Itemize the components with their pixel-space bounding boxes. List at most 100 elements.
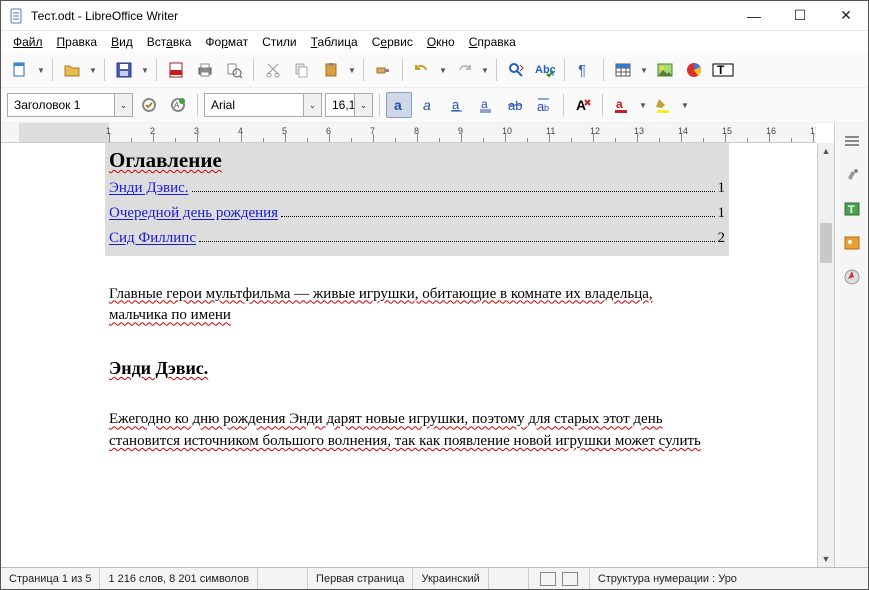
highlight-dropdown[interactable]: ▼ [680, 101, 690, 110]
horizontal-ruler[interactable]: 1234567891011121314151617 [1, 123, 816, 143]
clone-formatting-button[interactable] [370, 57, 396, 83]
italic-button[interactable]: a [415, 92, 441, 118]
table-dropdown[interactable]: ▼ [639, 66, 649, 75]
svg-text:Abç: Abç [535, 64, 555, 76]
properties-icon[interactable] [840, 163, 864, 187]
chevron-down-icon[interactable]: ⌄ [303, 94, 321, 116]
gallery-icon[interactable] [840, 231, 864, 255]
formatting-toolbar: Заголовок 1 ⌄ A Arial ⌄ 16,1 ⌄ a a a a a… [1, 88, 868, 123]
save-dropdown[interactable]: ▼ [140, 66, 150, 75]
find-replace-button[interactable] [503, 57, 529, 83]
status-language[interactable]: Украинский [413, 568, 488, 589]
toc-title: Оглавление [109, 143, 725, 175]
insert-chart-button[interactable] [681, 57, 707, 83]
cut-button[interactable] [260, 57, 286, 83]
toc-link[interactable]: Энди Дэвис. [109, 178, 189, 200]
insert-textbox-button[interactable]: T [710, 57, 736, 83]
menu-table[interactable]: Таблица [305, 33, 364, 51]
menu-help[interactable]: Справка [463, 33, 522, 51]
scroll-thumb[interactable] [820, 223, 832, 263]
insert-table-button[interactable] [610, 57, 636, 83]
save-button[interactable] [111, 57, 137, 83]
maximize-button[interactable]: ☐ [786, 7, 814, 24]
heading-2[interactable]: Энди Дэвис. [109, 355, 725, 381]
standard-toolbar: ▼ ▼ ▼ ▼ ▼ ▼ Abç ¶ ▼ T [1, 53, 868, 88]
spellcheck-button[interactable]: Abç [532, 57, 558, 83]
menu-file[interactable]: Файл [7, 33, 49, 51]
svg-text:a: a [452, 97, 460, 112]
menu-styles[interactable]: Стили [256, 33, 303, 51]
status-page[interactable]: Страница 1 из 5 [1, 568, 100, 589]
redo-button[interactable] [451, 57, 477, 83]
paste-dropdown[interactable]: ▼ [347, 66, 357, 75]
font-name-combo[interactable]: Arial ⌄ [204, 93, 322, 117]
status-wordcount[interactable]: 1 216 слов, 8 201 символов [100, 568, 258, 589]
toc-entry[interactable]: Энди Дэвис.1 [109, 178, 725, 200]
undo-dropdown[interactable]: ▼ [438, 66, 448, 75]
paste-button[interactable] [318, 57, 344, 83]
open-button[interactable] [59, 57, 85, 83]
paragraph[interactable]: Главные герои мультфильма — живые игрушк… [109, 284, 725, 328]
highlight-button[interactable] [651, 92, 677, 118]
insert-image-button[interactable] [652, 57, 678, 83]
export-pdf-button[interactable] [163, 57, 189, 83]
underline-double-button[interactable]: a [473, 92, 499, 118]
undo-button[interactable] [409, 57, 435, 83]
status-view-icons[interactable] [529, 568, 590, 589]
status-page-style[interactable]: Первая страница [308, 568, 413, 589]
styles-panel-icon[interactable]: T [840, 197, 864, 221]
formatting-marks-button[interactable]: ¶ [571, 57, 597, 83]
svg-text:¶: ¶ [578, 62, 586, 79]
sidebar-settings-icon[interactable] [840, 129, 864, 153]
underline-button[interactable]: a [444, 92, 470, 118]
toc-entry[interactable]: Сид Филлипс2 [109, 228, 725, 250]
toc-link[interactable]: Очередной день рождения [109, 203, 278, 225]
document-area[interactable]: Оглавление Энди Дэвис.1 Очередной день ро… [1, 143, 817, 567]
svg-text:a: a [481, 97, 488, 111]
strikethrough-button[interactable]: ab [502, 92, 528, 118]
new-button[interactable] [7, 57, 33, 83]
font-color-button[interactable]: a [609, 92, 635, 118]
svg-text:a: a [394, 97, 402, 113]
clear-formatting-button[interactable]: A [570, 92, 596, 118]
toc-link[interactable]: Сид Филлипс [109, 228, 196, 250]
minimize-button[interactable]: — [740, 8, 768, 24]
print-preview-button[interactable] [221, 57, 247, 83]
menu-tools[interactable]: Сервис [366, 33, 419, 51]
bold-button[interactable]: a [386, 92, 412, 118]
print-button[interactable] [192, 57, 218, 83]
toc-entry[interactable]: Очередной день рождения1 [109, 203, 725, 225]
status-empty [258, 568, 308, 589]
update-style-button[interactable] [136, 92, 162, 118]
scroll-down-icon[interactable]: ▼ [818, 551, 834, 567]
font-color-dropdown[interactable]: ▼ [638, 101, 648, 110]
vertical-scrollbar[interactable]: ▲ ▼ [817, 143, 834, 567]
chevron-down-icon[interactable]: ⌄ [354, 94, 372, 116]
sidebar: T [834, 123, 868, 567]
font-size-combo[interactable]: 16,1 ⌄ [325, 93, 373, 117]
open-dropdown[interactable]: ▼ [88, 66, 98, 75]
scroll-up-icon[interactable]: ▲ [818, 143, 834, 159]
close-button[interactable]: ✕ [832, 7, 860, 24]
new-style-button[interactable]: A [165, 92, 191, 118]
redo-dropdown[interactable]: ▼ [480, 66, 490, 75]
copy-button[interactable] [289, 57, 315, 83]
paragraph-style-combo[interactable]: Заголовок 1 ⌄ [7, 93, 133, 117]
menu-window[interactable]: Окно [421, 33, 461, 51]
new-dropdown[interactable]: ▼ [36, 66, 46, 75]
app-window: Тест.odt - LibreOffice Writer — ☐ ✕ Файл… [0, 0, 869, 590]
status-insert-mode[interactable] [489, 568, 529, 589]
svg-text:A: A [174, 101, 180, 110]
paragraph[interactable]: Ежегодно ко дню рождения Энди дарят новы… [109, 409, 725, 453]
status-context[interactable]: Структура нумерации : Уро [590, 568, 868, 589]
menu-view[interactable]: Вид [105, 33, 139, 51]
menu-insert[interactable]: Вставка [141, 33, 198, 51]
navigator-icon[interactable] [840, 265, 864, 289]
menu-edit[interactable]: Правка [51, 33, 104, 51]
svg-text:T: T [848, 204, 855, 216]
chevron-down-icon[interactable]: ⌄ [114, 94, 132, 116]
svg-text:a: a [423, 97, 431, 113]
overline-button[interactable]: ab [531, 92, 557, 118]
svg-text:b: b [544, 103, 549, 113]
menu-format[interactable]: Формат [199, 33, 254, 51]
